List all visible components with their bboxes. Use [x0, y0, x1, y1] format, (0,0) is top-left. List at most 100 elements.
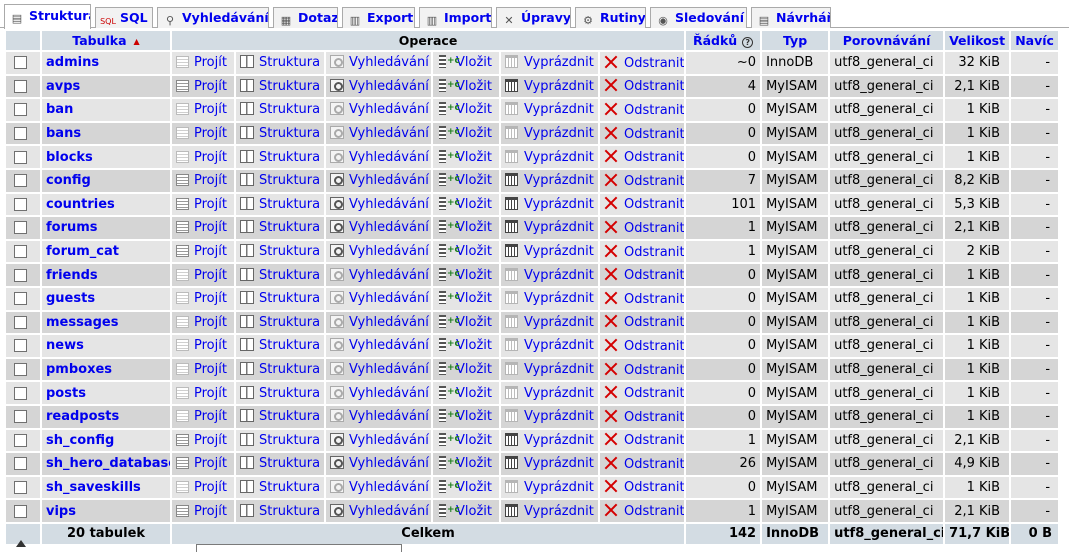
structure-action[interactable]: Struktura	[240, 385, 320, 401]
table-name-link[interactable]: avps	[46, 79, 80, 94]
with-selected-dropdown[interactable]	[196, 544, 402, 552]
structure-action[interactable]: Struktura	[240, 362, 320, 377]
overhead-column-header[interactable]: Navíc	[1011, 31, 1059, 50]
insert-action[interactable]: Vložit	[437, 220, 492, 235]
drop-action[interactable]: Odstranit	[604, 292, 684, 307]
table-name-link[interactable]: sh_saveskills	[46, 480, 141, 495]
table-name-link[interactable]: admins	[46, 55, 99, 70]
structure-action[interactable]: Struktura	[240, 291, 320, 306]
insert-action[interactable]: Vložit	[437, 338, 492, 353]
structure-action[interactable]: Struktura	[240, 126, 320, 141]
table-name-link[interactable]: bans	[46, 126, 81, 141]
empty-action[interactable]: Vyprázdnit	[505, 220, 594, 235]
empty-action[interactable]: Vyprázdnit	[505, 291, 594, 306]
row-checkbox[interactable]	[14, 150, 27, 164]
size-column-header[interactable]: Velikost	[945, 31, 1010, 50]
drop-action[interactable]: Odstranit	[604, 197, 684, 212]
search-action[interactable]: Vyhledávání	[330, 385, 429, 401]
tab-search[interactable]: ⚲ Vyhledávání	[157, 7, 269, 28]
browse-action[interactable]: Projít	[176, 173, 227, 188]
insert-action[interactable]: Vložit	[437, 102, 492, 117]
drop-action[interactable]: Odstranit	[604, 339, 684, 354]
insert-action[interactable]: Vložit	[437, 78, 492, 94]
browse-action[interactable]: Projít	[176, 338, 227, 353]
search-action[interactable]: Vyhledávání	[330, 456, 429, 471]
tab-export[interactable]: ▥ Export	[342, 7, 415, 28]
search-action[interactable]: Vyhledávání	[330, 196, 429, 212]
table-name-link[interactable]: guests	[46, 291, 95, 306]
table-name-link[interactable]: forums	[46, 220, 98, 235]
structure-action[interactable]: Struktura	[240, 479, 320, 495]
empty-action[interactable]: Vyprázdnit	[505, 503, 594, 519]
structure-action[interactable]: Struktura	[240, 244, 320, 259]
structure-action[interactable]: Struktura	[240, 220, 320, 235]
structure-action[interactable]: Struktura	[240, 267, 320, 283]
table-name-link[interactable]: friends	[46, 268, 98, 283]
drop-action[interactable]: Odstranit	[604, 245, 684, 260]
insert-action[interactable]: Vložit	[437, 149, 492, 165]
tab-designer[interactable]: ▤ Návrhář	[751, 7, 831, 28]
drop-action[interactable]: Odstranit	[604, 315, 684, 330]
table-name-link[interactable]: posts	[46, 386, 86, 401]
structure-action[interactable]: Struktura	[240, 503, 320, 519]
insert-action[interactable]: Vložit	[437, 173, 492, 188]
structure-action[interactable]: Struktura	[240, 432, 320, 448]
insert-action[interactable]: Vložit	[437, 503, 492, 519]
drop-action[interactable]: Odstranit	[604, 410, 684, 425]
drop-action[interactable]: Odstranit	[604, 56, 684, 71]
row-checkbox[interactable]	[14, 245, 27, 259]
table-name-link[interactable]: blocks	[46, 150, 93, 165]
structure-action[interactable]: Struktura	[240, 196, 320, 212]
row-checkbox[interactable]	[14, 339, 27, 353]
empty-action[interactable]: Vyprázdnit	[505, 244, 594, 259]
help-icon[interactable]: ?	[742, 37, 754, 48]
row-checkbox[interactable]	[14, 504, 27, 518]
search-action[interactable]: Vyhledávání	[330, 55, 429, 70]
empty-action[interactable]: Vyprázdnit	[505, 479, 594, 495]
browse-action[interactable]: Projít	[176, 150, 227, 165]
empty-action[interactable]: Vyprázdnit	[505, 149, 594, 165]
row-checkbox[interactable]	[14, 315, 27, 329]
drop-action[interactable]: Odstranit	[604, 457, 684, 472]
table-name-link[interactable]: config	[46, 173, 91, 188]
search-action[interactable]: Vyhledávání	[330, 244, 429, 259]
empty-action[interactable]: Vyprázdnit	[505, 432, 594, 448]
structure-action[interactable]: Struktura	[240, 55, 320, 70]
collation-column-header[interactable]: Porovnávání	[830, 31, 944, 50]
browse-action[interactable]: Projít	[176, 504, 227, 519]
row-checkbox[interactable]	[14, 268, 27, 282]
row-checkbox[interactable]	[14, 363, 27, 377]
row-checkbox[interactable]	[14, 221, 27, 235]
drop-action[interactable]: Odstranit	[604, 386, 684, 401]
browse-action[interactable]: Projít	[176, 362, 227, 377]
tab-import[interactable]: ▥ Import	[419, 7, 492, 28]
table-name-link[interactable]: vips	[46, 504, 76, 519]
row-checkbox[interactable]	[14, 103, 27, 117]
empty-action[interactable]: Vyprázdnit	[505, 385, 594, 401]
row-checkbox[interactable]	[14, 410, 27, 424]
empty-action[interactable]: Vyprázdnit	[505, 102, 594, 117]
browse-action[interactable]: Projít	[176, 55, 227, 70]
structure-action[interactable]: Struktura	[240, 173, 320, 188]
empty-action[interactable]: Vyprázdnit	[505, 456, 594, 471]
empty-action[interactable]: Vyprázdnit	[505, 78, 594, 94]
drop-action[interactable]: Odstranit	[604, 504, 684, 519]
empty-action[interactable]: Vyprázdnit	[505, 173, 594, 188]
insert-action[interactable]: Vložit	[437, 314, 492, 330]
tab-sql[interactable]: SQL SQL	[95, 7, 153, 28]
type-column-header[interactable]: Typ	[762, 31, 829, 50]
search-action[interactable]: Vyhledávání	[330, 338, 429, 353]
insert-action[interactable]: Vložit	[437, 479, 492, 495]
browse-action[interactable]: Projít	[176, 220, 227, 235]
structure-action[interactable]: Struktura	[240, 78, 320, 94]
drop-action[interactable]: Odstranit	[604, 150, 684, 165]
drop-action[interactable]: Odstranit	[604, 127, 684, 142]
insert-action[interactable]: Vložit	[437, 196, 492, 212]
tab-tracking[interactable]: ◉ Sledování	[650, 7, 747, 28]
drop-action[interactable]: Odstranit	[604, 268, 684, 283]
browse-action[interactable]: Projít	[176, 315, 227, 330]
search-action[interactable]: Vyhledávání	[330, 220, 429, 235]
table-name-link[interactable]: readposts	[46, 409, 119, 424]
insert-action[interactable]: Vložit	[437, 55, 492, 70]
empty-action[interactable]: Vyprázdnit	[505, 314, 594, 330]
